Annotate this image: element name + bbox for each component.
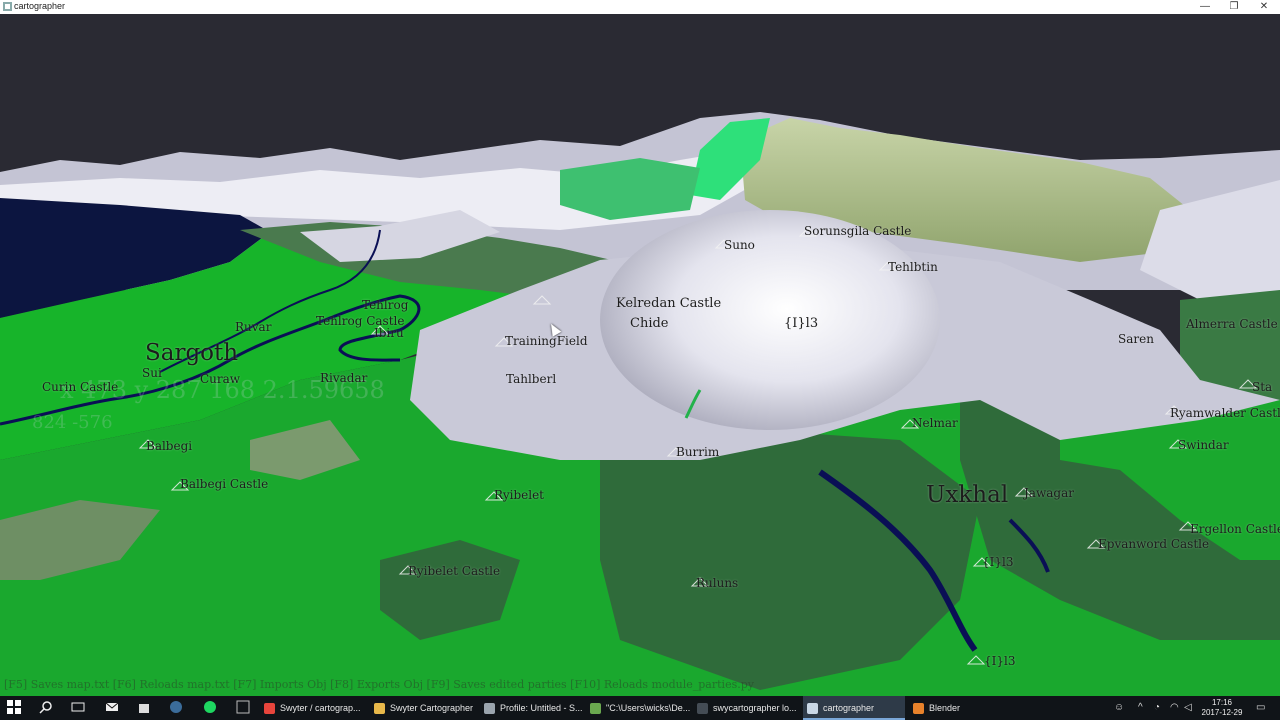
chevron-up-icon[interactable]: ^ xyxy=(1138,696,1143,720)
place-label[interactable]: Suno xyxy=(724,238,755,252)
network-icon[interactable]: ◔ xyxy=(1154,696,1160,720)
place-label[interactable]: Tehlrog xyxy=(362,298,408,312)
place-label[interactable]: Sorunsgila Castle xyxy=(804,224,911,238)
place-label[interactable]: Balbegi xyxy=(146,439,192,453)
clock-time: 17:16 xyxy=(1211,698,1233,707)
app-icon xyxy=(807,703,818,715)
place-label[interactable]: Jawagar xyxy=(1024,486,1074,500)
place-label[interactable]: Ruluns xyxy=(696,576,738,590)
place-label[interactable]: Curin Castle xyxy=(42,380,118,394)
place-label[interactable]: {I}l3 xyxy=(984,654,1015,668)
app-icon xyxy=(3,2,12,11)
close-button[interactable]: ✕ xyxy=(1249,0,1279,14)
clock-date: 2017-12-29 xyxy=(1201,708,1243,717)
place-label[interactable]: Nelmar xyxy=(912,416,958,430)
region-label-uxkhal[interactable]: Uxkhal xyxy=(926,482,1008,508)
taskbar-clock[interactable]: 17:16 2017-12-29 xyxy=(1198,698,1246,718)
place-label[interactable]: Chide xyxy=(630,316,669,331)
tool-icon[interactable] xyxy=(235,700,251,716)
taskbar: Swyter / cartograp... Swyter Cartographe… xyxy=(0,696,1280,720)
place-label[interactable]: Saren xyxy=(1118,332,1154,346)
profiler-icon xyxy=(484,703,495,715)
taskbar-app-console[interactable]: swycartographer lo... xyxy=(697,696,799,720)
taskbar-app-blender[interactable]: Blender xyxy=(913,696,1013,720)
wifi-icon[interactable]: ◠ xyxy=(1170,696,1179,720)
taskbar-app-explorer[interactable]: Swyter Cartographer xyxy=(374,696,478,720)
place-label[interactable]: Ruvar xyxy=(235,320,271,334)
place-label[interactable]: Ergellon Castle xyxy=(1190,522,1280,536)
window-titlebar: cartographer — ❐ ✕ xyxy=(0,0,1280,15)
place-label[interactable]: Ryibelet xyxy=(494,488,544,502)
place-label[interactable]: Ryibelet Castle xyxy=(408,564,500,578)
mail-icon[interactable] xyxy=(104,700,120,716)
place-label[interactable]: {I}l3 xyxy=(784,316,818,331)
chrome-icon xyxy=(264,703,275,715)
window-title: cartographer xyxy=(14,1,66,11)
place-label[interactable]: Ibiru xyxy=(374,326,404,340)
notifications-icon[interactable]: ▭ xyxy=(1256,696,1265,720)
steam-icon[interactable] xyxy=(168,700,184,716)
place-label[interactable]: Almerra Castle xyxy=(1186,317,1278,331)
place-label[interactable]: TrainingField xyxy=(505,334,588,348)
windows-start-icon[interactable] xyxy=(6,700,22,716)
keyboard-help-text: [F5] Saves map.txt [F6] Reloads map.txt … xyxy=(4,678,754,691)
place-label[interactable]: {I}l3 xyxy=(982,555,1013,569)
place-label[interactable]: Rivadar xyxy=(320,371,367,385)
people-icon[interactable]: ☺ xyxy=(1114,696,1124,720)
console-icon xyxy=(697,703,708,715)
place-label[interactable]: Balbegi Castle xyxy=(180,477,268,491)
task-view-icon[interactable] xyxy=(70,700,86,716)
place-label[interactable]: Sta xyxy=(1252,380,1272,394)
place-label[interactable]: Swindar xyxy=(1178,438,1229,452)
place-label[interactable]: Kelredan Castle xyxy=(616,296,721,311)
blender-icon xyxy=(913,703,924,715)
place-label[interactable]: Tehlbtin xyxy=(888,260,938,274)
spotify-icon[interactable] xyxy=(202,700,218,716)
taskbar-app-chrome[interactable]: Swyter / cartograp... xyxy=(264,696,368,720)
notepad-icon xyxy=(590,703,601,715)
taskbar-app-cartographer[interactable]: cartographer xyxy=(803,696,905,720)
map-viewport[interactable]: x 473 y 287 168 2.1.59658 824 -576 Sargo… xyxy=(0,14,1280,696)
place-label[interactable]: Sui xyxy=(142,366,162,380)
taskbar-app-profiler[interactable]: Profile: Untitled - S... xyxy=(484,696,586,720)
place-label[interactable]: Epvanword Castle xyxy=(1098,537,1209,551)
coordinate-readout-2: 824 -576 xyxy=(32,412,113,433)
place-label[interactable]: Ryamwalder Castle xyxy=(1170,406,1280,420)
region-label-sargoth[interactable]: Sargoth xyxy=(145,340,238,366)
place-label[interactable]: Burrim xyxy=(676,445,719,459)
search-icon[interactable] xyxy=(38,700,54,716)
place-label[interactable]: Tahlberl xyxy=(506,372,556,386)
taskbar-app-notepad[interactable]: "C:\Users\wicks\De... xyxy=(590,696,692,720)
maximize-button[interactable]: ❐ xyxy=(1219,0,1249,14)
place-label[interactable]: Curaw xyxy=(200,372,240,386)
folder-icon xyxy=(374,703,385,715)
volume-icon[interactable]: ◁ xyxy=(1184,696,1192,720)
store-icon[interactable] xyxy=(136,700,152,716)
minimize-button[interactable]: — xyxy=(1190,0,1220,14)
